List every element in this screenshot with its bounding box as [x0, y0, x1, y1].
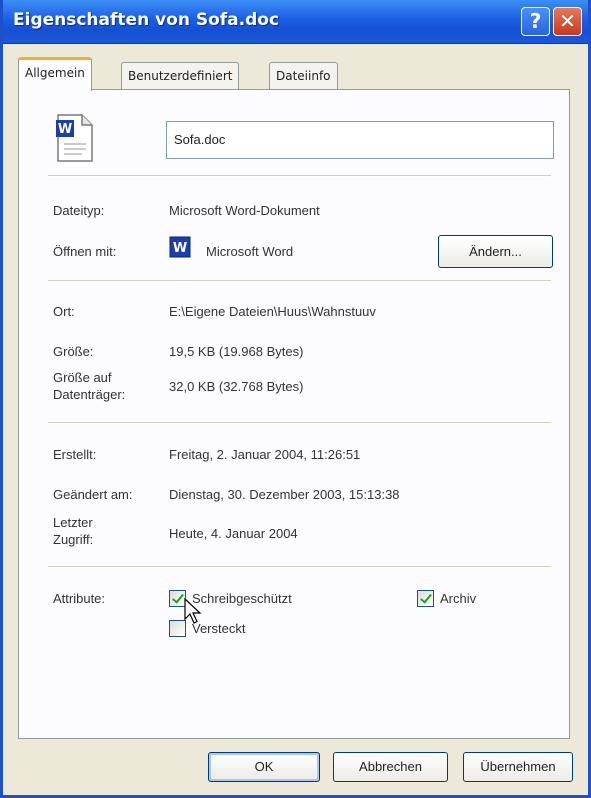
word-document-icon: W — [56, 114, 93, 162]
window-title: Eigenschaften von Sofa.doc — [13, 10, 280, 30]
word-app-icon: W — [169, 236, 191, 258]
properties-dialog: Eigenschaften von Sofa.doc ? ✕ Allgemein… — [0, 0, 591, 798]
groesse-datentraeger-label-line2: Datenträger: — [53, 387, 126, 402]
svg-text:W: W — [173, 241, 187, 256]
groesse-datentraeger-value: 32,0 KB (32.768 Bytes) — [169, 379, 304, 394]
separator — [48, 422, 551, 424]
read-only-label[interactable]: Schreibgeschützt — [192, 591, 292, 606]
dateityp-label: Dateityp: — [53, 203, 105, 218]
help-button[interactable]: ? — [521, 7, 550, 36]
geaendert-label: Geändert am: — [53, 487, 133, 502]
separator — [48, 280, 551, 282]
apply-button[interactable]: Übernehmen — [463, 752, 573, 782]
tab-dateiinfo[interactable]: Dateiinfo — [269, 62, 338, 89]
erstellt-value: Freitag, 2. Januar 2004, 11:26:51 — [169, 447, 361, 462]
oeffnen-mit-label: Öffnen mit: — [53, 244, 117, 259]
groesse-label: Größe: — [53, 344, 94, 359]
ok-button[interactable]: OK — [208, 752, 320, 782]
svg-text:W: W — [58, 122, 72, 137]
filename-input[interactable]: Sofa.doc — [166, 121, 554, 159]
tab-allgemein[interactable]: Allgemein — [18, 57, 92, 91]
geaendert-value: Dienstag, 30. Dezember 2003, 15:13:38 — [169, 487, 400, 502]
ort-value: E:\Eigene Dateien\Huus\Wahnstuuv — [169, 304, 376, 319]
dateityp-value: Microsoft Word-Dokument — [169, 203, 320, 218]
letzter-zugriff-label-line1: Letzter — [53, 515, 93, 530]
groesse-value: 19,5 KB (19.968 Bytes) — [169, 344, 304, 359]
erstellt-label: Erstellt: — [53, 447, 97, 462]
oeffnen-mit-value: Microsoft Word — [206, 244, 294, 259]
change-program-button[interactable]: Ändern... — [438, 235, 553, 268]
title-bar[interactable]: Eigenschaften von Sofa.doc ? ✕ — [3, 0, 588, 44]
cancel-button[interactable]: Abbrechen — [333, 752, 448, 782]
letzter-zugriff-value: Heute, 4. Januar 2004 — [169, 526, 298, 541]
archive-checkbox[interactable] — [417, 590, 434, 607]
separator — [48, 175, 551, 177]
attribute-label: Attribute: — [53, 591, 106, 606]
tab-panel-allgemein — [18, 89, 570, 739]
separator — [48, 566, 551, 568]
mouse-cursor-icon — [184, 598, 202, 624]
groesse-datentraeger-label-line1: Größe auf — [53, 370, 112, 385]
ort-label: Ort: — [53, 304, 75, 319]
letzter-zugriff-label-line2: Zugriff: — [53, 532, 94, 547]
tab-benutzerdefiniert[interactable]: Benutzerdefiniert — [121, 62, 240, 89]
archive-label[interactable]: Archiv — [440, 591, 476, 606]
close-button[interactable]: ✕ — [553, 7, 582, 36]
